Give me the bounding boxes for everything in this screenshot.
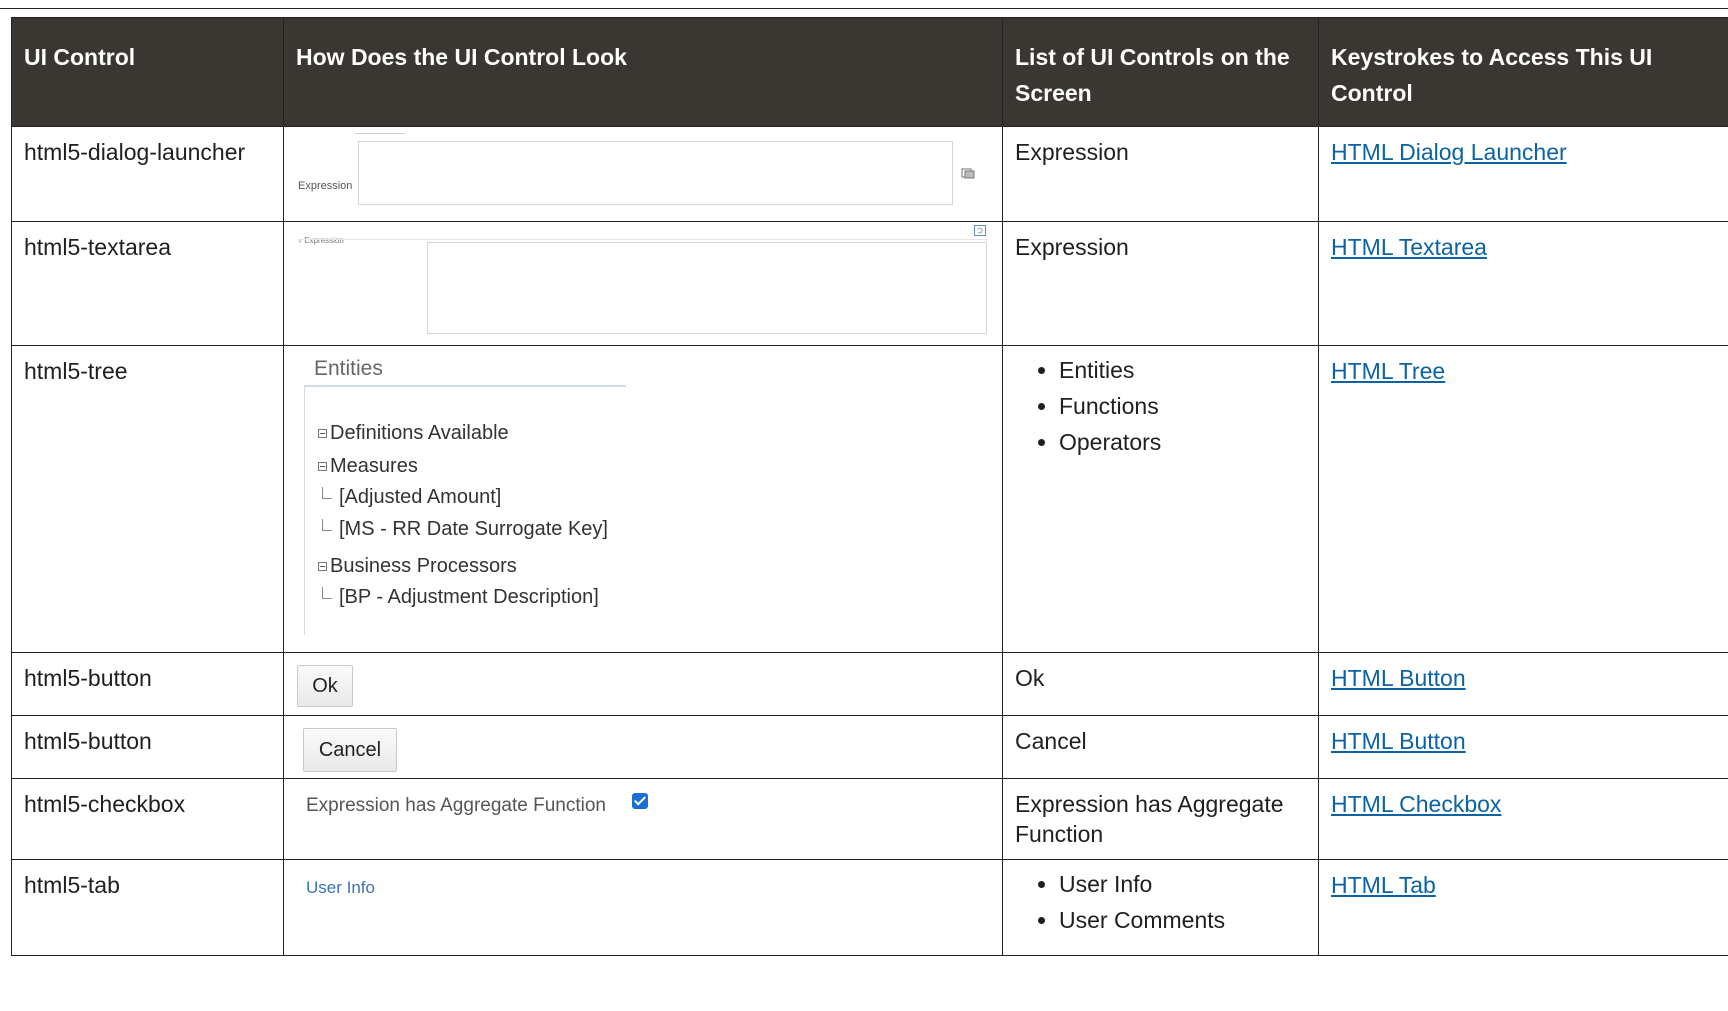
table-row: html5-checkbox Expression has Aggregate … (11, 778, 1728, 860)
tree-node: Definitions Available (318, 418, 509, 448)
list-item: Expression has Aggregate Function (1015, 791, 1284, 847)
keystroke-cell: HTML Dialog Launcher (1318, 126, 1728, 222)
tree-node: [MS - RR Date Surrogate Key] (322, 514, 608, 544)
table-header-row: UI Control How Does the UI Control Look … (11, 17, 1728, 127)
collapse-icon (318, 561, 327, 571)
list-item: Cancel (1015, 728, 1087, 754)
textarea-preview: ▿ Expression (283, 221, 1003, 346)
expression-textarea (427, 242, 987, 334)
keystroke-link[interactable]: HTML Textarea (1331, 234, 1487, 260)
dialog-launcher-preview: Expression (283, 126, 1003, 222)
header-controls-list: List of UI Controls on the Screen (1002, 17, 1319, 127)
keystroke-link[interactable]: HTML Button (1331, 728, 1466, 754)
ui-controls-table: UI Control How Does the UI Control Look … (11, 17, 1728, 956)
table-row: html5-textarea ▿ Expression Expression H… (11, 221, 1728, 346)
ok-button: Ok (297, 665, 353, 707)
controls-list-cell: Cancel (1002, 715, 1319, 779)
cancel-button: Cancel (303, 728, 397, 772)
tab-user-info: User Info (306, 878, 375, 897)
divider (355, 133, 405, 134)
top-rule (0, 0, 1728, 9)
divider (298, 239, 988, 240)
control-name: html5-textarea (11, 221, 284, 346)
tree-node: [Adjusted Amount] (322, 482, 501, 512)
control-name: html5-button (11, 652, 284, 716)
tree-title: Entities (314, 357, 383, 380)
controls-list-cell: Ok (1002, 652, 1319, 716)
list-item: Expression (1015, 234, 1129, 260)
list-item: Entities (1059, 352, 1306, 388)
keystroke-cell: HTML Button (1318, 715, 1728, 779)
divider (304, 385, 305, 635)
keystroke-link[interactable]: HTML Tab (1331, 872, 1436, 898)
cancel-button-preview: Cancel (283, 715, 1003, 779)
keystroke-link[interactable]: HTML Tree (1331, 358, 1445, 384)
header-keystrokes: Keystrokes to Access This UI Control (1318, 17, 1728, 127)
control-name: html5-dialog-launcher (11, 126, 284, 222)
table-row: html5-tab User Info User Info User Comme… (11, 859, 1728, 956)
control-name: html5-tree (11, 345, 284, 653)
tree-connector-icon (322, 587, 332, 599)
controls-list: User Info User Comments (1015, 866, 1306, 938)
dialog-launcher-icon (961, 168, 975, 179)
controls-list-cell: User Info User Comments (1002, 859, 1319, 956)
tree-node: Measures (318, 451, 418, 481)
keystroke-cell: HTML Tab (1318, 859, 1728, 956)
collapse-icon (318, 461, 327, 471)
keystroke-link[interactable]: HTML Checkbox (1331, 791, 1501, 817)
checkbox-checked-icon (632, 793, 648, 809)
checkbox-preview: Expression has Aggregate Function (283, 778, 1003, 860)
restore-icon (974, 225, 986, 236)
table-row: html5-dialog-launcher Expression Express… (11, 126, 1728, 222)
keystroke-link[interactable]: HTML Dialog Launcher (1331, 139, 1567, 165)
tree-connector-icon (322, 487, 332, 499)
controls-list-cell: Expression has Aggregate Function (1002, 778, 1319, 860)
list-item: User Info (1059, 866, 1306, 902)
keystroke-cell: HTML Textarea (1318, 221, 1728, 346)
header-ui-control: UI Control (11, 17, 284, 127)
expression-label: ▿ Expression (298, 236, 344, 245)
list-item: Functions (1059, 388, 1306, 424)
controls-list-cell: Entities Functions Operators (1002, 345, 1319, 653)
expression-field (358, 141, 953, 205)
tree-node: Business Processors (318, 551, 517, 581)
header-look: How Does the UI Control Look (283, 17, 1003, 127)
keystroke-link[interactable]: HTML Button (1331, 665, 1466, 691)
divider (304, 385, 626, 387)
control-name: html5-tab (11, 859, 284, 956)
table-row: html5-button Cancel Cancel HTML Button (11, 715, 1728, 779)
list-item: Expression (1015, 139, 1129, 165)
control-name: html5-button (11, 715, 284, 779)
expression-label: Expression (298, 180, 353, 192)
controls-list-cell: Expression (1002, 221, 1319, 346)
list-item: Operators (1059, 424, 1306, 460)
control-name: html5-checkbox (11, 778, 284, 860)
tree-connector-icon (322, 519, 332, 531)
collapse-icon (318, 428, 327, 438)
keystroke-cell: HTML Button (1318, 652, 1728, 716)
tree-preview: Entities Definitions Available Measures … (283, 345, 1003, 653)
tab-preview: User Info (283, 859, 1003, 956)
list-item: Ok (1015, 665, 1045, 691)
tree-node: [BP - Adjustment Description] (322, 582, 599, 612)
checkbox-label: Expression has Aggregate Function (306, 795, 606, 816)
table-row: html5-tree Entities Definitions Availabl… (11, 345, 1728, 653)
keystroke-cell: HTML Checkbox (1318, 778, 1728, 860)
ok-button-preview: Ok (283, 652, 1003, 716)
keystroke-cell: HTML Tree (1318, 345, 1728, 653)
controls-list: Entities Functions Operators (1015, 352, 1306, 460)
list-item: User Comments (1059, 902, 1306, 938)
controls-list-cell: Expression (1002, 126, 1319, 222)
table-row: html5-button Ok Ok HTML Button (11, 652, 1728, 716)
